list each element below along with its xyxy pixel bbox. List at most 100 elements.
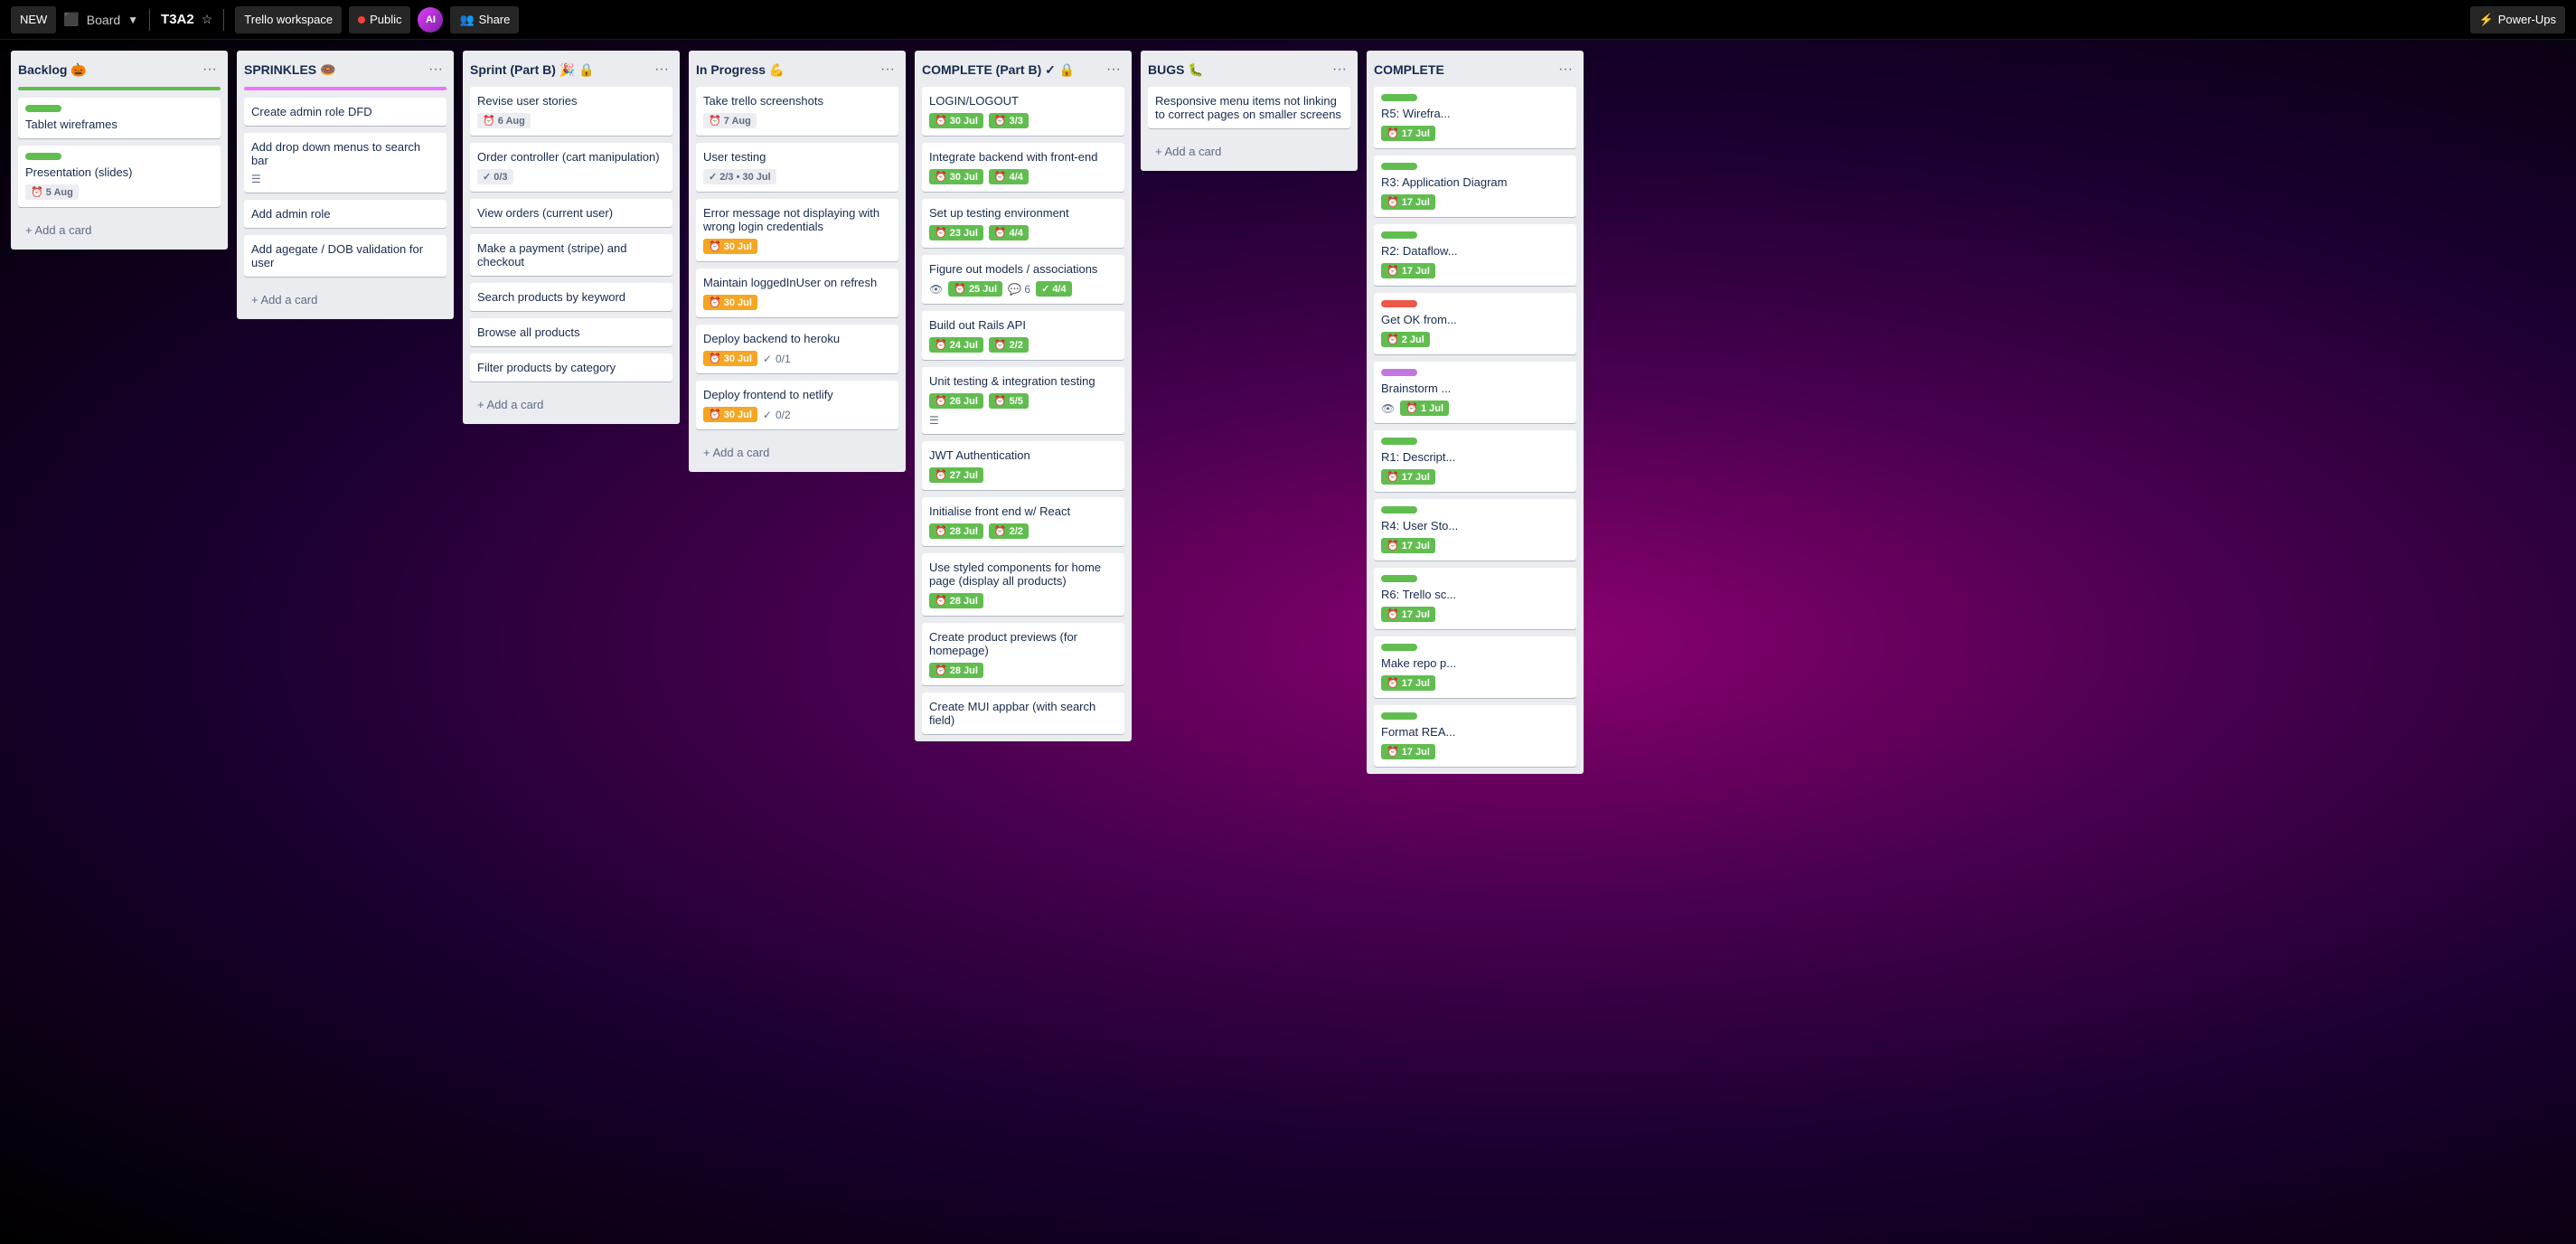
card-view-orders[interactable]: View orders (current user) xyxy=(470,199,672,227)
clock-icon: ⏰ xyxy=(1387,608,1399,620)
card-r6-trello[interactable]: R6: Trello sc...⏰ 17 Jul xyxy=(1374,568,1576,629)
clock-icon: ⏰ xyxy=(1387,265,1399,277)
card-browse-products[interactable]: Browse all products xyxy=(470,318,672,346)
column-cards-bugs: Responsive menu items not linking to cor… xyxy=(1141,87,1358,136)
card-meta: ⏰ 30 Jul ⏰ 4/4 xyxy=(929,169,1117,184)
card-make-payment[interactable]: Make a payment (stripe) and checkout xyxy=(470,234,672,276)
card-meta: ⏰ 27 Jul xyxy=(929,467,1117,483)
card-set-up-testing[interactable]: Set up testing environment⏰ 23 Jul⏰ 4/4 xyxy=(922,199,1124,248)
card-add-dob-validation[interactable]: Add agegate / DOB validation for user xyxy=(244,235,447,277)
column-menu-in-progress[interactable]: ··· xyxy=(877,60,898,80)
new-button[interactable]: NEW xyxy=(11,6,56,33)
card-r1-description[interactable]: R1: Descript...⏰ 17 Jul xyxy=(1374,430,1576,492)
share-label: Share xyxy=(479,13,511,26)
card-figure-out-models[interactable]: Figure out models / associations👁⏰ 25 Ju… xyxy=(922,255,1124,304)
card-order-controller[interactable]: Order controller (cart manipulation)✓ 0/… xyxy=(470,143,672,192)
card-title: LOGIN/LOGOUT xyxy=(929,94,1117,108)
card-format-rea[interactable]: Format REA...⏰ 17 Jul xyxy=(1374,705,1576,767)
card-r5-wireframes[interactable]: R5: Wirefra...⏰ 17 Jul xyxy=(1374,87,1576,148)
card-brainstorm[interactable]: Brainstorm ...👁⏰ 1 Jul xyxy=(1374,362,1576,423)
clock-icon: ⏰ xyxy=(1387,746,1399,758)
card-revise-user-stories[interactable]: Revise user stories⏰ 6 Aug xyxy=(470,87,672,136)
column-menu-sprint-b[interactable]: ··· xyxy=(651,60,672,80)
card-meta: ⏰ 28 Jul xyxy=(929,663,1117,678)
card-r3-application[interactable]: R3: Application Diagram⏰ 17 Jul xyxy=(1374,156,1576,217)
card-error-message[interactable]: Error message not displaying with wrong … xyxy=(696,199,898,261)
card-deploy-frontend[interactable]: Deploy frontend to netlify ⏰ 30 Jul✓ 0/2 xyxy=(696,381,898,429)
card-badge: ⏰ 30 Jul xyxy=(929,169,983,184)
clock-icon: ⏰ xyxy=(935,525,947,537)
card-r4-user-stories[interactable]: R4: User Sto...⏰ 17 Jul xyxy=(1374,499,1576,561)
card-responsive-menu[interactable]: Responsive menu items not linking to cor… xyxy=(1148,87,1350,128)
add-card-btn-backlog[interactable]: + Add a card xyxy=(18,218,221,242)
card-badge: ⏰ 17 Jul xyxy=(1381,194,1435,210)
card-create-mui-appbar[interactable]: Create MUI appbar (with search field) xyxy=(922,693,1124,734)
card-badge: ⏰ 4/4 xyxy=(989,169,1029,184)
card-take-screenshots[interactable]: Take trello screenshots⏰ 7 Aug xyxy=(696,87,898,136)
column-header-complete-right: COMPLETE··· xyxy=(1367,51,1584,87)
card-meta: ⏰ 24 Jul⏰ 2/2 xyxy=(929,337,1117,353)
card-title: Responsive menu items not linking to cor… xyxy=(1155,94,1343,121)
card-date-badge: ⏰ 30 Jul xyxy=(703,351,757,366)
card-meta: ✓ 2/3 • 30 Jul xyxy=(703,169,891,184)
card-integrate-backend[interactable]: Integrate backend with front-end⏰ 30 Jul… xyxy=(922,143,1124,192)
card-meta: ⏰ 30 Jul✓ 0/2 xyxy=(703,407,891,422)
card-product-previews[interactable]: Create product previews (for homepage) ⏰ … xyxy=(922,623,1124,685)
card-label-bar xyxy=(1381,94,1417,101)
star-icon[interactable]: ☆ xyxy=(202,12,213,27)
card-title: User testing xyxy=(703,150,891,164)
card-unit-testing[interactable]: Unit testing & integration testing⏰ 26 J… xyxy=(922,367,1124,434)
card-maintain-logged-in[interactable]: Maintain loggedInUser on refresh⏰ 30 Jul xyxy=(696,269,898,317)
card-make-repo[interactable]: Make repo p...⏰ 17 Jul xyxy=(1374,636,1576,698)
card-badge: ⏰ 17 Jul xyxy=(1381,263,1435,278)
card-tablet-wireframes[interactable]: Tablet wireframes xyxy=(18,98,221,138)
card-meta: ⏰ 17 Jul xyxy=(1381,744,1569,759)
card-badge: ⏰ 28 Jul xyxy=(929,663,983,678)
card-login-logout[interactable]: LOGIN/LOGOUT⏰ 30 Jul⏰ 3/3 xyxy=(922,87,1124,136)
card-search-products[interactable]: Search products by keyword xyxy=(470,283,672,311)
card-filter-products[interactable]: Filter products by category xyxy=(470,353,672,382)
add-card-btn-sprinkles[interactable]: + Add a card xyxy=(244,287,447,312)
add-card-btn-bugs[interactable]: + Add a card xyxy=(1148,139,1350,164)
add-card-btn-in-progress[interactable]: + Add a card xyxy=(696,440,898,465)
column-menu-complete-b[interactable]: ··· xyxy=(1103,60,1124,80)
card-init-frontend[interactable]: Initialise front end w/ React⏰ 28 Jul⏰ 2… xyxy=(922,497,1124,546)
column-menu-bugs[interactable]: ··· xyxy=(1329,60,1350,80)
column-bar-sprinkles xyxy=(244,87,447,90)
clock-icon: ⏰ xyxy=(31,186,43,198)
check-icon: ✓ xyxy=(1041,283,1049,295)
add-card-btn-sprint-b[interactable]: + Add a card xyxy=(470,392,672,417)
clock-icon: ⏰ xyxy=(935,595,947,607)
card-title: Create product previews (for homepage) xyxy=(929,630,1117,657)
card-date-badge: ⏰ 1 Jul xyxy=(1400,401,1449,416)
avatar[interactable]: AI xyxy=(418,7,443,33)
power-ups-button[interactable]: ⚡ Power-Ups xyxy=(2470,6,2565,33)
workspace-button[interactable]: Trello workspace xyxy=(235,6,342,33)
card-deploy-backend[interactable]: Deploy backend to heroku⏰ 30 Jul✓ 0/1 xyxy=(696,325,898,373)
card-meta-item: ⏰ 7 Aug xyxy=(703,113,757,128)
card-jwt-auth[interactable]: JWT Authentication⏰ 27 Jul xyxy=(922,441,1124,490)
card-meta: ⏰ 17 Jul xyxy=(1381,538,1569,553)
card-badge: ⏰ 3/3 xyxy=(989,113,1029,128)
clock-icon: ⏰ xyxy=(709,240,721,252)
card-get-ok-from[interactable]: Get OK from...⏰ 2 Jul xyxy=(1374,293,1576,354)
clock-icon: ⏰ xyxy=(935,115,947,127)
card-r2-dataflow[interactable]: R2: Dataflow...⏰ 17 Jul xyxy=(1374,224,1576,286)
clock-icon: ⏰ xyxy=(1406,402,1418,414)
share-button[interactable]: 👥 Share xyxy=(450,6,519,33)
column-menu-backlog[interactable]: ··· xyxy=(199,60,221,80)
card-user-testing[interactable]: User testing ✓ 2/3 • 30 Jul xyxy=(696,143,898,192)
column-menu-complete-right[interactable]: ··· xyxy=(1555,60,1576,80)
card-add-dropdown-menus[interactable]: Add drop down menus to search bar☰ xyxy=(244,133,447,193)
visibility-button[interactable]: Public xyxy=(349,6,410,33)
card-styled-components[interactable]: Use styled components for home page (dis… xyxy=(922,553,1124,616)
card-build-rails-api[interactable]: Build out Rails API⏰ 24 Jul⏰ 2/2 xyxy=(922,311,1124,360)
card-presentation-slides[interactable]: Presentation (slides)⏰ 5 Aug xyxy=(18,146,221,207)
clock-icon: ⏰ xyxy=(994,227,1007,239)
column-menu-sprinkles[interactable]: ··· xyxy=(425,60,447,80)
card-add-admin-role[interactable]: Add admin role xyxy=(244,200,447,228)
card-create-admin-dfd[interactable]: Create admin role DFD xyxy=(244,98,447,126)
card-meta: ⏰ 17 Jul xyxy=(1381,469,1569,485)
card-title: Deploy frontend to netlify xyxy=(703,388,891,401)
card-check-badge: ✓ 4/4 xyxy=(1036,281,1072,297)
